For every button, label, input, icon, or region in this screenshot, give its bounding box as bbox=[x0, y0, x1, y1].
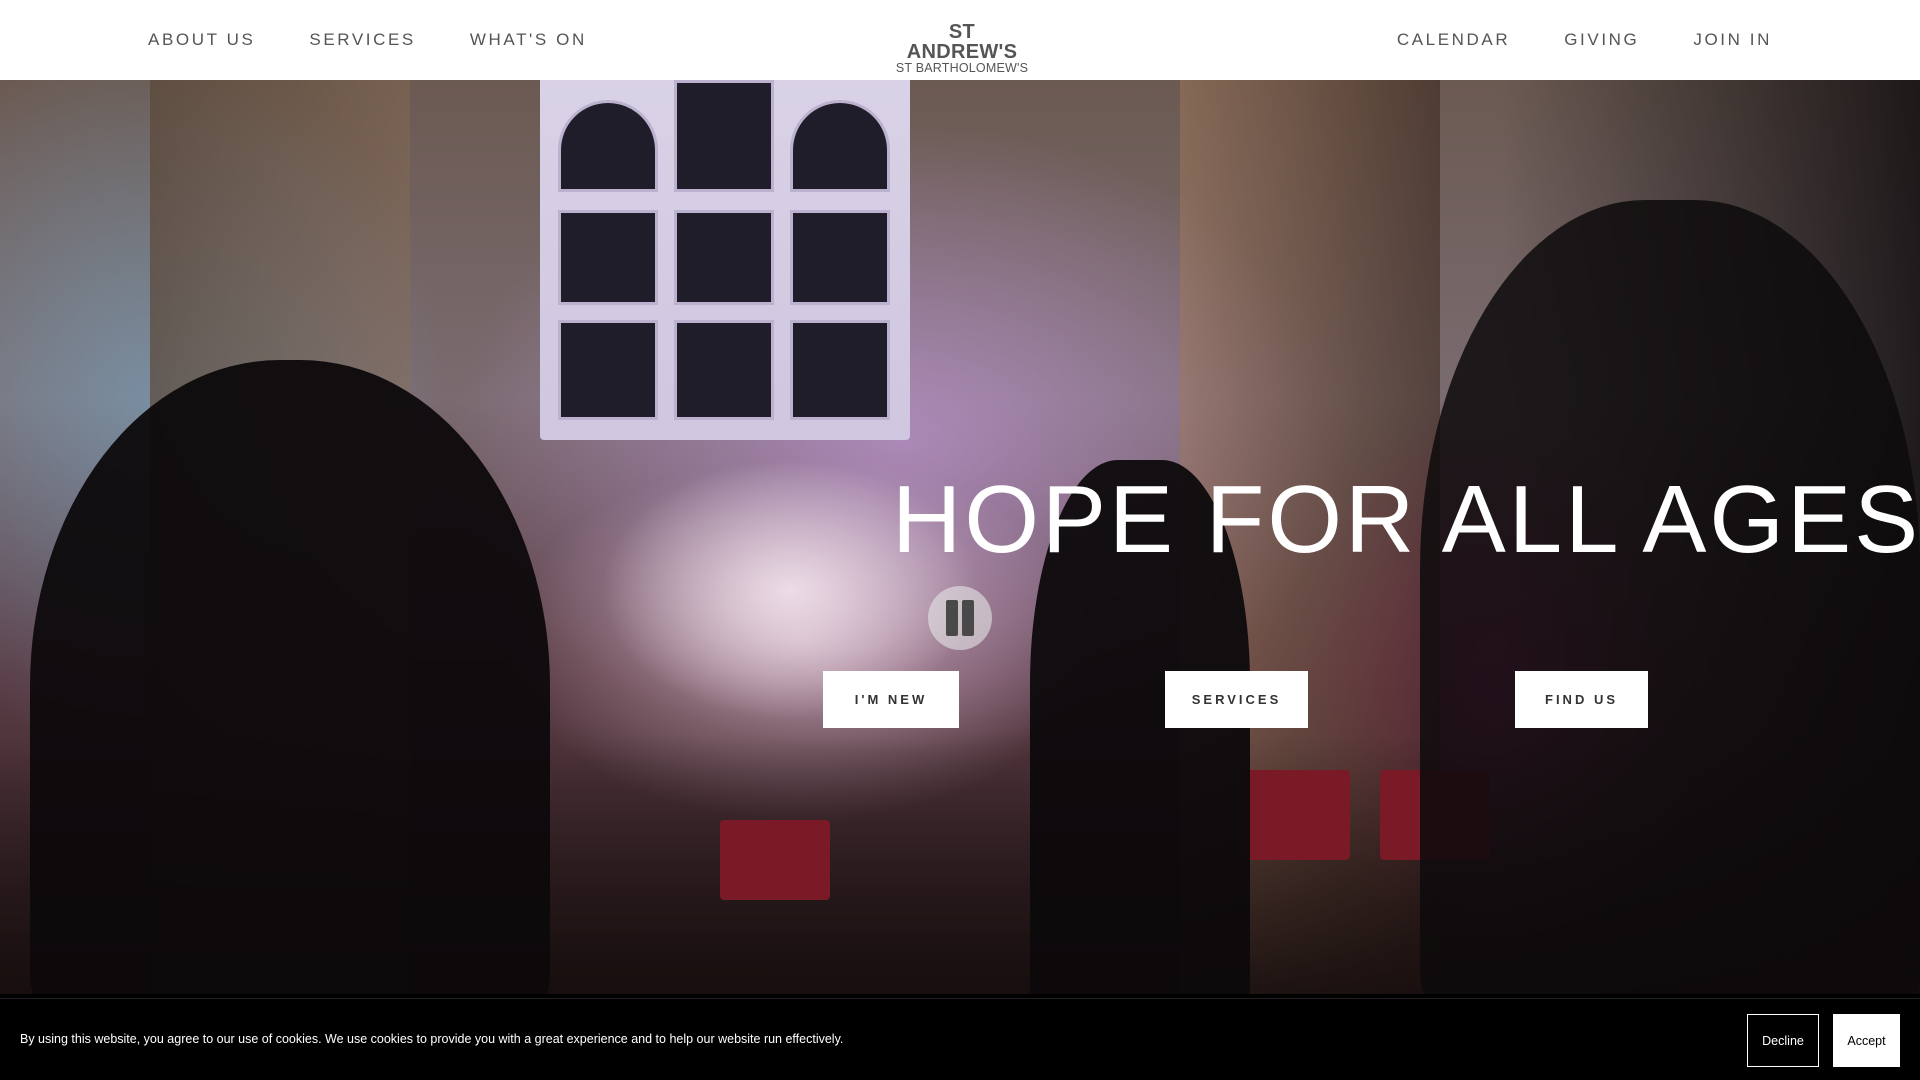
window-pane bbox=[558, 210, 658, 305]
window-pane bbox=[790, 210, 890, 305]
accept-cookies-button[interactable]: Accept bbox=[1833, 1014, 1900, 1067]
nav-item-giving[interactable]: GIVING bbox=[1564, 30, 1639, 50]
nav-item-calendar[interactable]: CALENDAR bbox=[1397, 30, 1510, 50]
audience-silhouette bbox=[30, 360, 550, 994]
find-us-button[interactable]: FIND US bbox=[1515, 671, 1648, 728]
nav-item-whats-on[interactable]: WHAT'S ON bbox=[470, 30, 587, 50]
im-new-button[interactable]: I'M NEW bbox=[823, 671, 959, 728]
window-pane bbox=[558, 100, 658, 192]
logo-sub-text: ST BARTHOLOMEW'S bbox=[895, 61, 1029, 75]
video-pause-button[interactable] bbox=[928, 586, 992, 650]
nav-item-services[interactable]: SERVICES bbox=[309, 30, 415, 50]
window-pane bbox=[790, 320, 890, 420]
church-window bbox=[540, 80, 910, 440]
pause-bar-left bbox=[946, 600, 958, 636]
cookie-message: By using this website, you agree to our … bbox=[20, 1032, 844, 1046]
site-logo[interactable]: ST ANDREW'S ST BARTHOLOMEW'S bbox=[895, 22, 1029, 75]
chair bbox=[1240, 770, 1350, 860]
pause-bar-right bbox=[962, 600, 974, 636]
primary-nav-right: CALENDAR GIVING JOIN IN bbox=[1343, 0, 1772, 80]
decline-cookies-button[interactable]: Decline bbox=[1747, 1014, 1819, 1067]
services-button[interactable]: SERVICES bbox=[1165, 671, 1308, 728]
window-pane bbox=[790, 100, 890, 192]
site-header: ABOUT US SERVICES WHAT'S ON ST ANDREW'S … bbox=[0, 0, 1920, 80]
logo-main-text: ST ANDREW'S bbox=[906, 21, 1018, 63]
hero-headline: HOPE FOR ALL AGES bbox=[892, 466, 1920, 573]
primary-nav-left: ABOUT US SERVICES WHAT'S ON bbox=[148, 0, 641, 80]
window-pane bbox=[674, 80, 774, 192]
window-pane bbox=[674, 210, 774, 305]
window-pane bbox=[674, 320, 774, 420]
hero-video: HOPE FOR ALL AGES I'M NEW SERVICES FIND … bbox=[0, 80, 1920, 994]
cookie-banner: By using this website, you agree to our … bbox=[0, 998, 1920, 1080]
nav-item-join-in[interactable]: JOIN IN bbox=[1693, 30, 1772, 50]
chair bbox=[720, 820, 830, 900]
window-pane bbox=[558, 320, 658, 420]
nav-item-about-us[interactable]: ABOUT US bbox=[148, 30, 255, 50]
audience-silhouette bbox=[1420, 200, 1920, 994]
